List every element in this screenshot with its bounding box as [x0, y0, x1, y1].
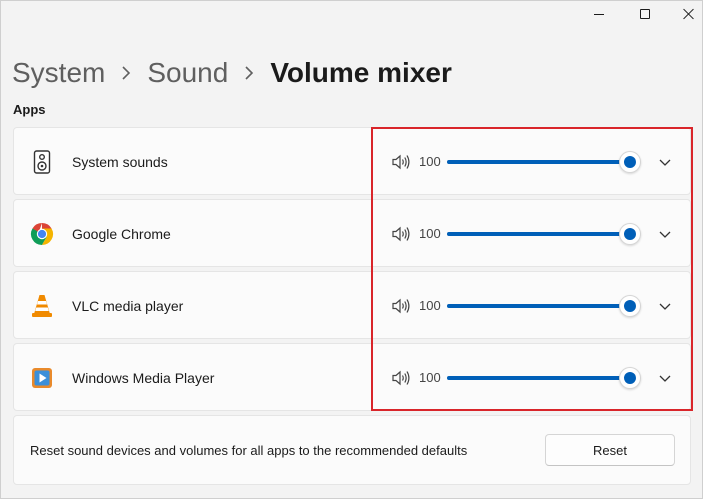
volume-slider[interactable]	[447, 223, 641, 245]
mute-toggle-button[interactable]	[392, 370, 410, 386]
mute-toggle-button[interactable]	[392, 154, 410, 170]
mute-toggle-button[interactable]	[392, 226, 410, 242]
volume-slider[interactable]	[447, 151, 641, 173]
volume-value: 100	[419, 154, 441, 169]
windows-media-player-icon	[30, 366, 54, 390]
slider-thumb[interactable]	[619, 151, 641, 173]
app-name: System sounds	[72, 154, 168, 170]
mute-toggle-button[interactable]	[392, 298, 410, 314]
app-name: Windows Media Player	[72, 370, 215, 386]
page-title: Volume mixer	[270, 57, 452, 88]
chrome-icon	[30, 222, 54, 246]
app-row-system-sounds: System sounds 100	[13, 127, 691, 195]
reset-description: Reset sound devices and volumes for all …	[30, 443, 468, 458]
app-row-vlc-media-player: VLC media player 100	[13, 271, 691, 339]
breadcrumb-system[interactable]: System	[12, 57, 105, 89]
volume-value: 100	[419, 370, 441, 385]
app-name: Google Chrome	[72, 226, 171, 242]
app-name: VLC media player	[72, 298, 184, 314]
volume-value: 100	[419, 226, 441, 241]
slider-fill	[447, 232, 630, 236]
close-icon	[683, 8, 695, 20]
volume-mixer-window: System Sound Volume mixer Apps System so…	[0, 0, 703, 499]
slider-fill	[447, 304, 630, 308]
slider-thumb[interactable]	[619, 295, 641, 317]
maximize-button[interactable]	[622, 1, 668, 27]
volume-slider[interactable]	[447, 295, 641, 317]
close-button[interactable]	[666, 1, 703, 27]
app-row-google-chrome: Google Chrome 100	[13, 199, 691, 267]
reset-button[interactable]: Reset	[545, 434, 675, 466]
reset-row: Reset sound devices and volumes for all …	[13, 415, 691, 485]
slider-fill	[447, 376, 630, 380]
chevron-right-icon	[121, 66, 131, 80]
expand-chevron-icon[interactable]	[657, 370, 673, 386]
expand-chevron-icon[interactable]	[657, 226, 673, 242]
volume-value: 100	[419, 298, 441, 313]
speaker-device-icon	[30, 150, 54, 174]
section-title-apps: Apps	[13, 102, 46, 117]
expand-chevron-icon[interactable]	[657, 298, 673, 314]
vlc-cone-icon	[30, 294, 54, 318]
minimize-button[interactable]	[576, 1, 622, 27]
minimize-icon	[594, 13, 604, 15]
maximize-icon	[640, 9, 650, 19]
slider-fill	[447, 160, 630, 164]
breadcrumb-sound[interactable]: Sound	[147, 57, 228, 89]
chevron-right-icon	[244, 66, 254, 80]
breadcrumb: System Sound Volume mixer	[12, 53, 452, 93]
expand-chevron-icon[interactable]	[657, 154, 673, 170]
slider-thumb[interactable]	[619, 367, 641, 389]
app-row-windows-media-player: Windows Media Player 100	[13, 343, 691, 411]
slider-thumb[interactable]	[619, 223, 641, 245]
volume-slider[interactable]	[447, 367, 641, 389]
